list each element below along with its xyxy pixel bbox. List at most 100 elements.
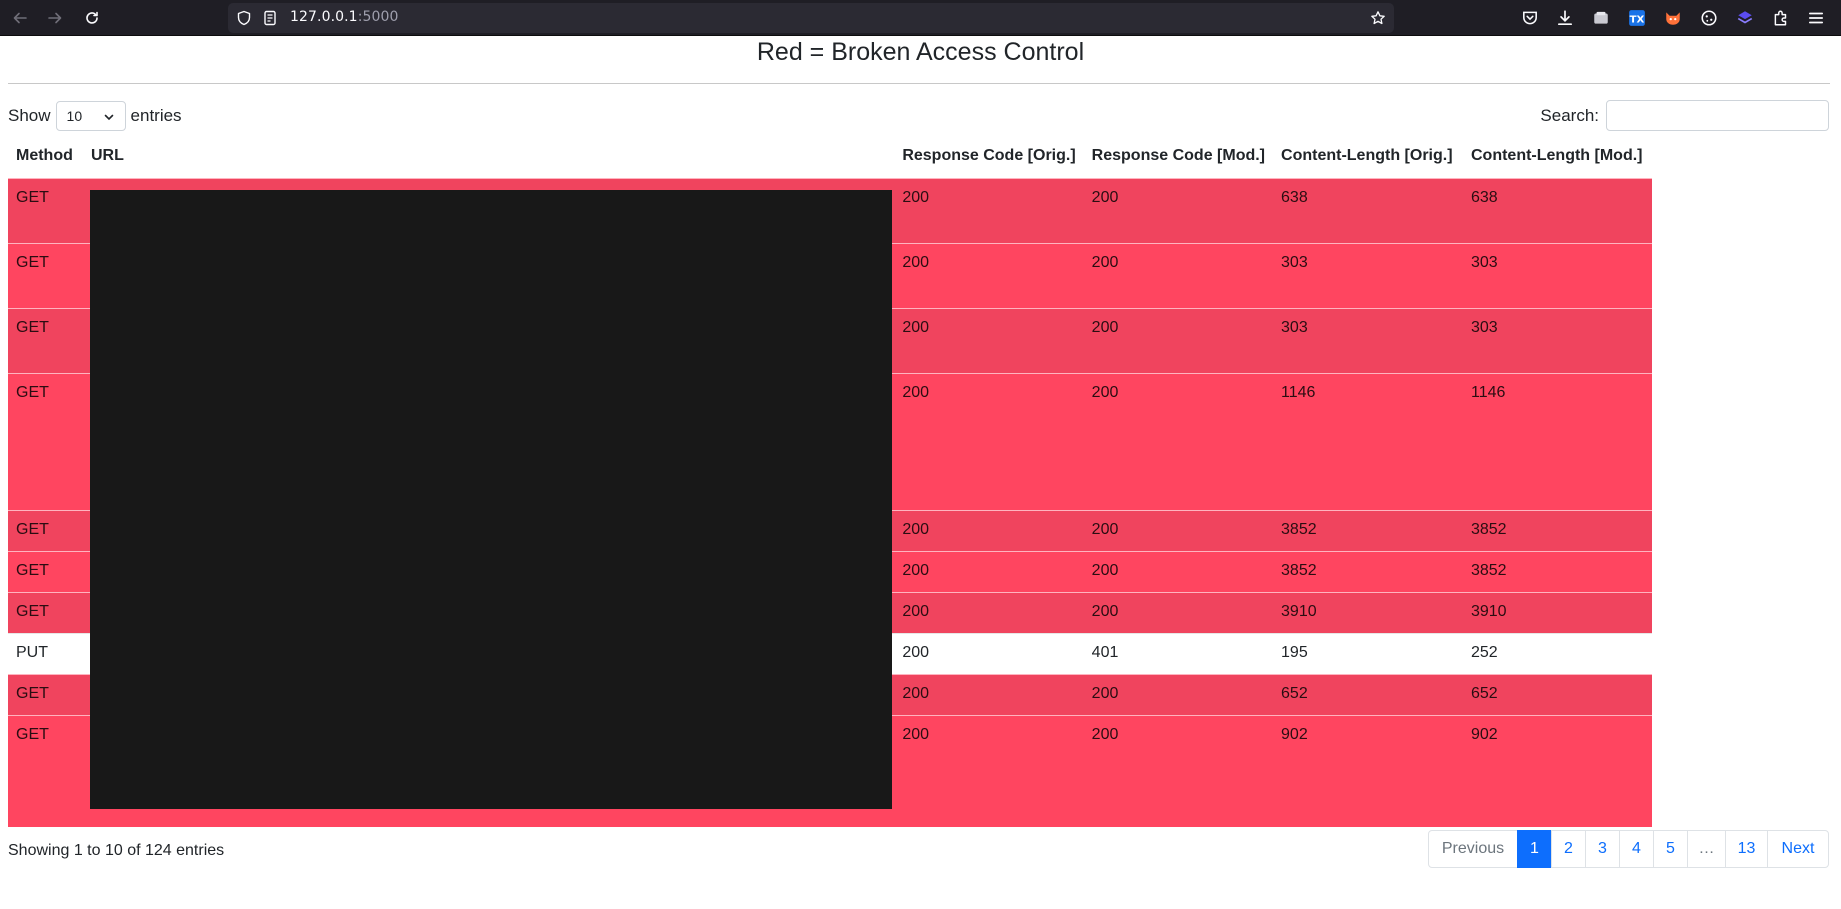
pagination-previous[interactable]: Previous: [1428, 830, 1518, 868]
redaction-box: [90, 190, 892, 809]
cell-response-code-orig: 200: [894, 591, 1084, 633]
reload-icon[interactable]: [80, 6, 104, 30]
cell-response-code-orig: 200: [894, 177, 1084, 243]
cell-content-length-orig: 3852: [1273, 550, 1463, 592]
extension-fox-icon[interactable]: [1662, 7, 1684, 29]
cell-method: GET: [8, 242, 83, 308]
back-arrow-icon[interactable]: [8, 6, 32, 30]
search-input[interactable]: [1606, 100, 1829, 131]
page-title: Red = Broken Access Control: [756, 38, 1085, 66]
cell-content-length-mod: 303: [1462, 307, 1652, 373]
cell-response-code-mod: 200: [1083, 307, 1274, 373]
pagination-page-3[interactable]: 3: [1585, 830, 1620, 868]
bookmark-star-icon[interactable]: [1370, 10, 1386, 26]
page-length-select[interactable]: 10: [55, 101, 126, 131]
cell-method: GET: [8, 509, 83, 551]
search-label: Search:: [1540, 105, 1599, 125]
title-divider: [8, 83, 1830, 84]
extension-cookie-icon[interactable]: [1698, 7, 1720, 29]
cell-method: GET: [8, 591, 83, 633]
pagination-page-1[interactable]: 1: [1517, 830, 1552, 868]
cell-response-code-orig: 200: [894, 714, 1084, 827]
cell-response-code-orig: 200: [894, 632, 1084, 674]
cell-content-length-mod: 638: [1462, 177, 1652, 243]
pagination-next[interactable]: Next: [1767, 830, 1829, 868]
cell-content-length-mod: 3852: [1462, 550, 1652, 592]
pagination-page-13[interactable]: 13: [1725, 830, 1768, 868]
table-search: Search:: [1540, 100, 1829, 131]
page-length-value: 10: [66, 108, 83, 124]
cell-response-code-mod: 200: [1083, 372, 1274, 510]
cell-response-code-mod: 200: [1083, 242, 1274, 308]
cell-response-code-orig: 200: [894, 673, 1084, 715]
column-header-content-length-mod[interactable]: Content-Length [Mod.]: [1463, 140, 1652, 178]
url-port: :5000: [357, 9, 399, 25]
browser-toolbar: 127.0.0.1:5000 TX: [0, 0, 1841, 36]
table-info: Showing 1 to 10 of 124 entries: [8, 842, 225, 859]
address-bar[interactable]: 127.0.0.1:5000: [228, 3, 1394, 33]
cell-content-length-orig: 3910: [1273, 591, 1463, 633]
cell-content-length-orig: 652: [1273, 673, 1463, 715]
chevron-down-icon: [104, 114, 113, 121]
cell-content-length-orig: 638: [1273, 177, 1463, 243]
cell-content-length-mod: 1146: [1462, 372, 1652, 510]
cell-content-length-mod: 652: [1462, 673, 1652, 715]
cell-content-length-orig: 303: [1273, 242, 1463, 308]
pagination-ellipsis: …: [1687, 830, 1726, 868]
column-header-content-length-orig[interactable]: Content-Length [Orig.]: [1273, 140, 1463, 178]
app-menu-icon[interactable]: [1805, 7, 1827, 29]
cell-content-length-orig: 303: [1273, 307, 1463, 373]
cell-response-code-orig: 200: [894, 509, 1084, 551]
cell-content-length-orig: 1146: [1273, 372, 1463, 510]
cell-content-length-mod: 902: [1462, 714, 1652, 827]
cell-response-code-orig: 200: [894, 550, 1084, 592]
cell-content-length-mod: 252: [1462, 632, 1652, 674]
extensions-puzzle-icon[interactable]: [1770, 7, 1792, 29]
cell-response-code-mod: 200: [1083, 714, 1274, 827]
column-header-method[interactable]: Method: [8, 140, 83, 178]
show-label: Show: [8, 106, 51, 125]
cell-content-length-mod: 3910: [1462, 591, 1652, 633]
cell-method: GET: [8, 550, 83, 592]
column-header-url[interactable]: URL: [83, 140, 894, 178]
cell-response-code-mod: 200: [1083, 673, 1274, 715]
pagination: Previous 1 2 3 4 5 … 13 Next: [1428, 830, 1829, 868]
cell-response-code-mod: 200: [1083, 591, 1274, 633]
extension-blue-icon[interactable]: [1734, 7, 1756, 29]
cell-method: GET: [8, 714, 83, 827]
cell-response-code-mod: 200: [1083, 177, 1274, 243]
cell-method: GET: [8, 307, 83, 373]
table-header-row: Method URL Response Code [Orig.] Respons…: [8, 140, 1652, 178]
cell-response-code-mod: 401: [1083, 632, 1274, 674]
cell-method: GET: [8, 673, 83, 715]
cell-content-length-orig: 195: [1273, 632, 1463, 674]
column-header-response-code-orig[interactable]: Response Code [Orig.]: [894, 140, 1083, 178]
cell-content-length-orig: 3852: [1273, 509, 1463, 551]
pagination-page-2[interactable]: 2: [1551, 830, 1586, 868]
url-text[interactable]: 127.0.0.1:5000: [290, 9, 399, 25]
shield-icon[interactable]: [236, 10, 252, 26]
svg-text:TX: TX: [1630, 15, 1645, 26]
download-icon[interactable]: [1554, 7, 1576, 29]
cell-response-code-orig: 200: [894, 307, 1084, 373]
page-info-icon[interactable]: [262, 10, 278, 26]
forward-arrow-icon[interactable]: [43, 6, 67, 30]
entries-label: entries: [130, 106, 182, 125]
column-header-response-code-mod[interactable]: Response Code [Mod.]: [1084, 140, 1273, 178]
cell-response-code-orig: 200: [894, 242, 1084, 308]
cell-method: PUT: [8, 632, 83, 674]
pagination-page-5[interactable]: 5: [1653, 830, 1688, 868]
extension-tx-icon[interactable]: TX: [1626, 7, 1648, 29]
screenshot-icon[interactable]: [1590, 7, 1612, 29]
cell-content-length-mod: 303: [1462, 242, 1652, 308]
cell-content-length-orig: 902: [1273, 714, 1463, 827]
cell-content-length-mod: 3852: [1462, 509, 1652, 551]
url-host: 127.0.0.1: [290, 9, 358, 25]
cell-response-code-mod: 200: [1083, 509, 1274, 551]
cell-method: GET: [8, 372, 83, 510]
cell-response-code-orig: 200: [894, 372, 1084, 510]
page-length-control: Show 10 entries: [8, 101, 182, 131]
cell-response-code-mod: 200: [1083, 550, 1274, 592]
pagination-page-4[interactable]: 4: [1619, 830, 1654, 868]
pocket-icon[interactable]: [1519, 7, 1541, 29]
